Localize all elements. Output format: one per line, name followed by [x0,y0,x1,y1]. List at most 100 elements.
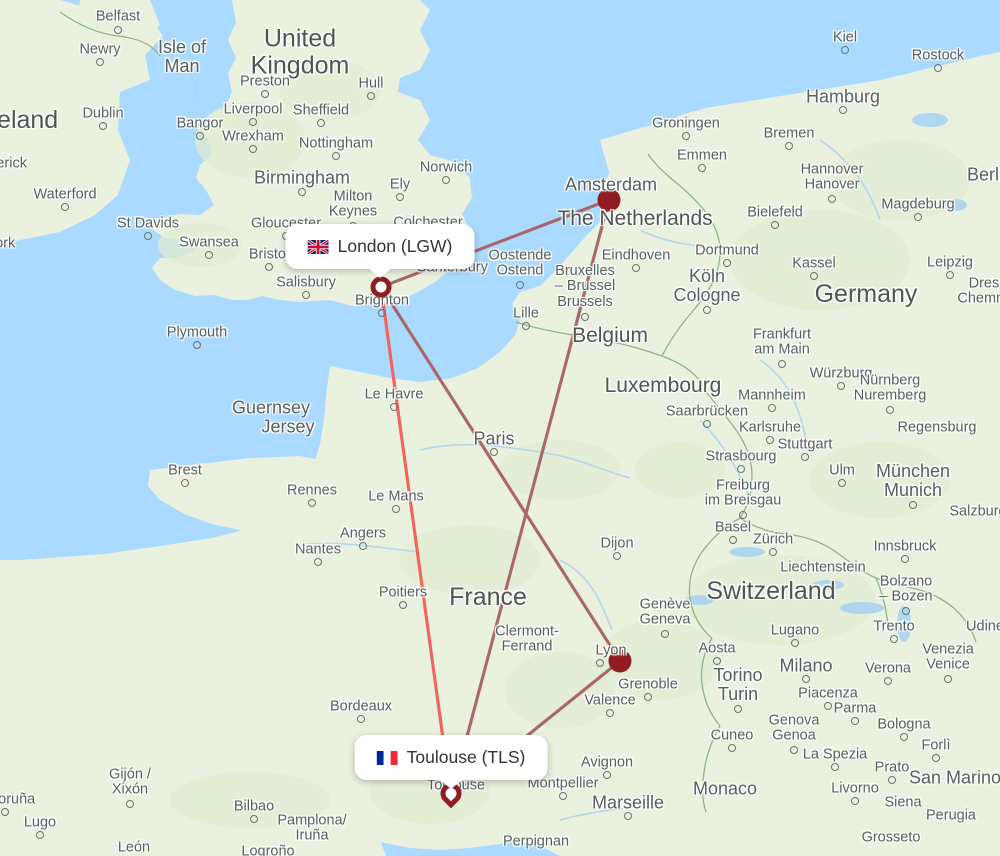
flight-routes-layer [379,198,622,799]
place-dot-icon [399,601,407,609]
place-dot-icon [390,403,398,411]
place-dot-icon [317,119,325,127]
place-dot-icon [298,188,306,196]
place-dot-icon [824,702,832,710]
place-dot-icon [332,152,340,160]
destination-airport-text: Toulouse (TLS) [406,747,526,767]
place-dot-icon [909,501,917,509]
place-dot-icon [944,675,952,683]
place-dot-icon [522,322,530,330]
place-dot-icon [838,479,846,487]
place-dot-icon [205,251,213,259]
place-dot-icon [713,657,721,665]
place-dot-icon [769,548,777,556]
place-dot-icon [308,499,316,507]
place-dot-icon [613,552,621,560]
place-dot-icon [1,808,9,816]
place-dot-icon [265,263,273,271]
airport-marker-lgw[interactable] [370,276,392,298]
destination-airport-label[interactable]: Toulouse (TLS) [354,735,548,789]
flag-uk-icon [307,239,329,254]
place-dot-icon [728,744,736,752]
place-dot-icon [801,453,809,461]
place-dot-icon [703,420,711,428]
place-dot-icon [682,132,690,140]
place-dot-icon [831,763,839,771]
place-dot-icon [606,709,614,717]
place-dot-icon [314,558,322,566]
place-dot-icon [302,291,310,299]
place-dot-icon [886,406,894,414]
place-dot-icon [196,132,204,140]
place-dot-icon [890,635,898,643]
place-dot-icon [392,505,400,513]
place-dot-icon [768,404,776,412]
place-dot-icon [581,313,589,321]
place-dot-icon [766,436,774,444]
place-dot-icon [96,58,104,66]
flight-route-map[interactable]: BelfastNewryIsle ofManDublinBangorIrelan… [0,0,1000,856]
place-dot-icon [250,815,258,823]
place-dot-icon [785,142,793,150]
place-dot-icon [946,271,954,279]
place-dot-icon [729,536,737,544]
route-lgw-tls-direct [379,286,453,798]
place-dot-icon [193,341,201,349]
place-dot-icon [36,831,44,839]
place-dot-icon [61,203,69,211]
place-dot-icon [932,754,940,762]
place-dot-icon [99,122,107,130]
place-dot-icon [144,232,152,240]
place-dot-icon [900,733,908,741]
place-dot-icon [261,90,269,98]
place-dot-icon [837,382,845,390]
place-dot-icon [914,213,922,221]
place-dot-icon [126,800,134,808]
place-dot-icon [603,771,611,779]
place-dot-icon [516,281,524,289]
place-dot-icon [723,259,731,267]
place-dot-icon [851,797,859,805]
route-lgw-amsterdam-tls [380,198,611,798]
place-dot-icon [739,511,747,519]
place-dot-icon [884,677,892,685]
flag-france-icon [376,750,398,765]
place-dot-icon [698,164,706,172]
place-dot-icon [771,221,779,229]
place-dot-icon [802,675,810,683]
place-dot-icon [810,272,818,280]
hub-marker-amsterdam[interactable] [597,188,621,212]
place-dot-icon [778,360,786,368]
place-dot-icon [367,92,375,100]
place-dot-icon [632,264,640,272]
place-dot-icon [114,26,122,34]
place-dot-icon [357,715,365,723]
place-dot-icon [888,776,896,784]
place-dot-icon [359,542,367,550]
place-dot-icon [249,118,257,126]
place-dot-icon [490,448,498,456]
place-dot-icon [790,746,798,754]
origin-airport-text: London (LGW) [337,236,453,256]
place-dot-icon [378,309,386,317]
place-dot-icon [839,106,847,114]
place-dot-icon [901,555,909,563]
place-dot-icon [624,812,632,820]
place-dot-icon [661,630,669,638]
place-dot-icon [934,64,942,72]
place-dot-icon [902,607,910,615]
place-dot-icon [249,145,257,153]
place-dot-icon [703,306,711,314]
place-dot-icon [396,193,404,201]
place-dot-icon [559,792,567,800]
place-dot-icon [737,465,745,473]
place-dot-icon [791,639,799,647]
place-dot-icon [596,659,604,667]
hub-marker-lyon[interactable] [608,649,632,673]
place-dot-icon [828,195,836,203]
place-dot-icon [734,705,742,713]
place-dot-icon [851,717,859,725]
place-dot-icon [644,693,652,701]
place-dot-icon [841,46,849,54]
origin-airport-label[interactable]: London (LGW) [285,224,475,278]
